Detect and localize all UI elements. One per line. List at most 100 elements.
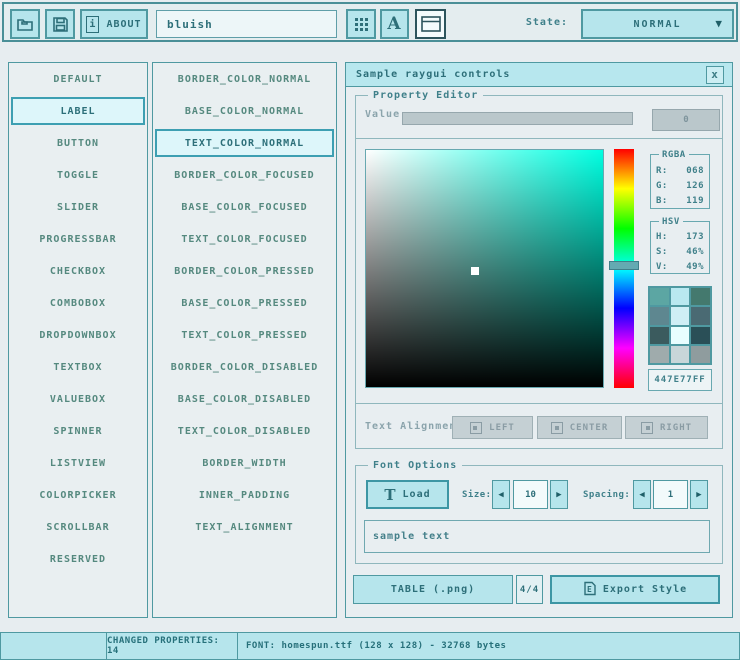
control-item-combobox[interactable]: COMBOBOX [9, 287, 147, 319]
control-item-checkbox[interactable]: CHECKBOX [9, 255, 147, 287]
style-name-input[interactable] [156, 10, 337, 38]
color-swatch[interactable] [691, 288, 710, 305]
hsv-row-s: S: 46% [651, 244, 709, 259]
rgba-row-r: R: 068 [651, 163, 709, 178]
window-mode-button[interactable] [415, 9, 446, 39]
property-item[interactable]: BASE_COLOR_FOCUSED [153, 191, 336, 223]
font-mode-button[interactable]: A [380, 9, 409, 39]
b-label: B: [656, 196, 668, 206]
control-item-dropdownbox[interactable]: DROPDOWNBOX [9, 319, 147, 351]
changed-properties-text: CHANGED PROPERTIES: 14 [107, 636, 237, 656]
color-swatch[interactable] [691, 307, 710, 324]
rgba-caption: RGBA [659, 149, 689, 162]
s-value: 46% [686, 247, 704, 257]
property-item[interactable]: BASE_COLOR_NORMAL [153, 95, 336, 127]
window-titlebar[interactable]: Sample raygui controls x [346, 63, 732, 87]
color-swatch[interactable] [650, 288, 669, 305]
color-swatch[interactable] [671, 346, 690, 363]
color-swatch[interactable] [671, 327, 690, 344]
font-options-group: Font Options T Load Size: ◀ 10 ▶ Spacing… [355, 465, 723, 564]
color-swatch[interactable] [691, 327, 710, 344]
property-item-selected[interactable]: TEXT_COLOR_NORMAL [155, 129, 334, 157]
color-swatch[interactable] [671, 307, 690, 324]
spacing-decrease-button[interactable]: ◀ [633, 480, 651, 509]
property-item[interactable]: BORDER_COLOR_DISABLED [153, 351, 336, 383]
align-right-button[interactable]: RIGHT [625, 416, 708, 439]
sample-text-input[interactable] [364, 520, 710, 553]
spacing-value-box[interactable]: 1 [653, 480, 688, 509]
open-style-button[interactable] [10, 9, 40, 39]
rgba-group: RGBA R: 068 G: 126 B: 119 [650, 154, 710, 209]
r-value: 068 [686, 166, 704, 176]
align-left-button[interactable]: LEFT [452, 416, 533, 439]
control-item-toggle[interactable]: TOGGLE [9, 159, 147, 191]
right-arrow-icon: ▶ [556, 490, 561, 500]
v-value: 49% [686, 262, 704, 272]
property-item[interactable]: TEXT_COLOR_DISABLED [153, 415, 336, 447]
about-button[interactable]: i ABOUT [80, 9, 148, 39]
g-value: 126 [686, 181, 704, 191]
v-label: V: [656, 262, 668, 272]
hue-bar[interactable] [614, 149, 634, 388]
rgba-row-b: B: 119 [651, 193, 709, 208]
property-item[interactable]: TEXT_COLOR_PRESSED [153, 319, 336, 351]
color-swatch[interactable] [691, 346, 710, 363]
property-item[interactable]: TEXT_COLOR_FOCUSED [153, 223, 336, 255]
control-item-valuebox[interactable]: VALUEBOX [9, 383, 147, 415]
save-style-button[interactable] [45, 9, 75, 39]
control-item-reserved[interactable]: RESERVED [9, 543, 147, 575]
size-label: Size: [462, 490, 492, 500]
control-item-spinner[interactable]: SPINNER [9, 415, 147, 447]
property-item[interactable]: BASE_COLOR_DISABLED [153, 383, 336, 415]
control-item-listview[interactable]: LISTVIEW [9, 447, 147, 479]
letter-a-icon: A [387, 16, 401, 33]
control-item-default[interactable]: DEFAULT [9, 63, 147, 95]
value-slider[interactable] [402, 112, 633, 125]
state-dropdown[interactable]: NORMAL ▼ [581, 9, 734, 39]
color-swatch[interactable] [650, 307, 669, 324]
color-swatch[interactable] [671, 288, 690, 305]
property-item[interactable]: INNER_PADDING [153, 479, 336, 511]
hex-value-field[interactable]: 447E77FF [648, 369, 712, 391]
left-arrow-icon: ◀ [639, 490, 644, 500]
property-item[interactable]: BORDER_COLOR_PRESSED [153, 255, 336, 287]
color-sv-cursor[interactable] [471, 267, 479, 275]
control-item-textbox[interactable]: TEXTBOX [9, 351, 147, 383]
grid-mode-button[interactable] [346, 9, 376, 39]
r-label: R: [656, 166, 668, 176]
value-button[interactable]: 0 [652, 109, 720, 131]
size-decrease-button[interactable]: ◀ [492, 480, 510, 509]
color-sv-area[interactable] [365, 149, 604, 388]
control-item-label[interactable]: LABEL [11, 97, 145, 125]
floppy-disk-icon [52, 16, 69, 33]
spacing-increase-button[interactable]: ▶ [690, 480, 708, 509]
property-item[interactable]: BORDER_WIDTH [153, 447, 336, 479]
control-item-progressbar[interactable]: PROGRESSBAR [9, 223, 147, 255]
control-item-colorpicker[interactable]: COLORPICKER [9, 479, 147, 511]
export-style-button[interactable]: E Export Style [550, 575, 720, 604]
size-value-box[interactable]: 10 [513, 480, 548, 509]
size-increase-button[interactable]: ▶ [550, 480, 568, 509]
left-arrow-icon: ◀ [498, 490, 503, 500]
control-item-scrollbar[interactable]: SCROLLBAR [9, 511, 147, 543]
statusbar-empty-section [1, 633, 107, 659]
property-item[interactable]: BORDER_COLOR_FOCUSED [153, 159, 336, 191]
property-item[interactable]: BORDER_COLOR_NORMAL [153, 63, 336, 95]
color-swatch[interactable] [650, 327, 669, 344]
align-left-label: LEFT [489, 423, 515, 433]
align-center-label: CENTER [570, 423, 609, 433]
load-font-label: Load [403, 489, 431, 500]
hsv-group: HSV H: 173 S: 46% V: 49% [650, 221, 710, 274]
property-item[interactable]: TEXT_ALIGNMENT [153, 511, 336, 543]
control-item-button[interactable]: BUTTON [9, 127, 147, 159]
align-center-button[interactable]: CENTER [537, 416, 622, 439]
state-dropdown-value: NORMAL [633, 19, 681, 30]
control-item-slider[interactable]: SLIDER [9, 191, 147, 223]
property-item[interactable]: BASE_COLOR_PRESSED [153, 287, 336, 319]
export-style-label: Export Style [603, 584, 687, 595]
load-font-button[interactable]: T Load [366, 480, 449, 509]
close-button[interactable]: x [706, 66, 724, 84]
hue-cursor[interactable] [609, 261, 639, 270]
export-format-button[interactable]: TABLE (.png) [353, 575, 513, 604]
color-swatch[interactable] [650, 346, 669, 363]
